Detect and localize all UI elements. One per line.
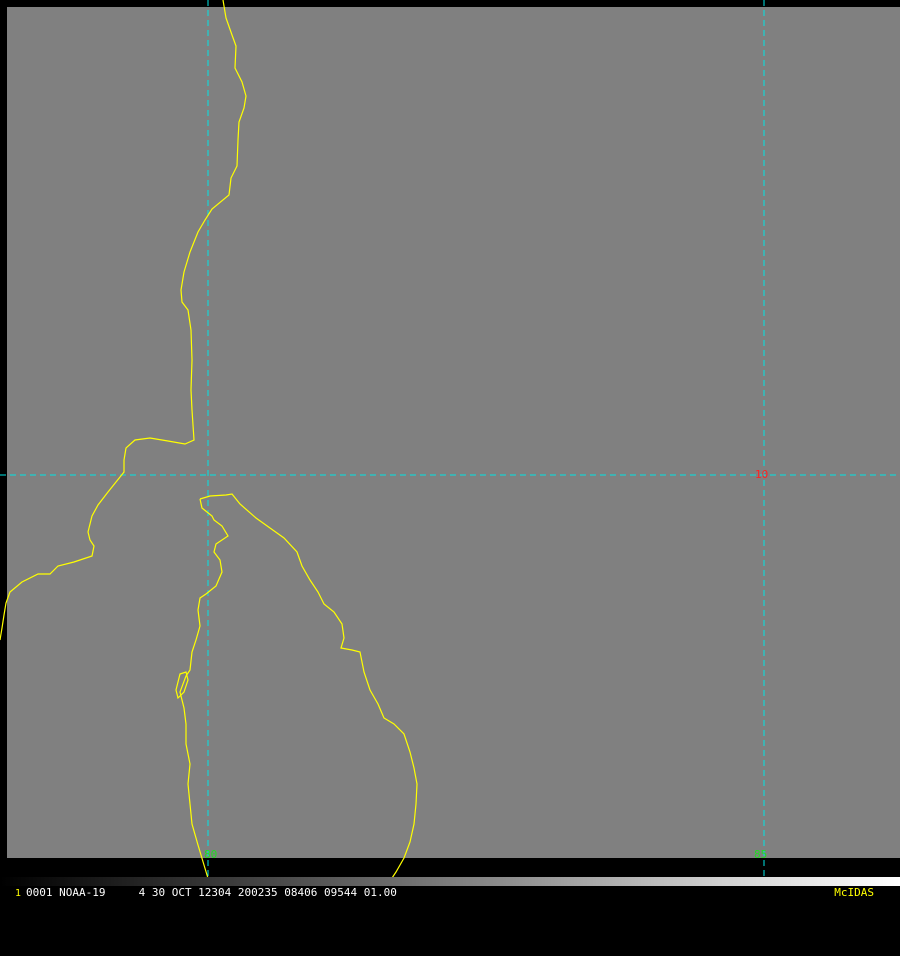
india-coastline <box>0 0 247 641</box>
map-frame: 10 80 85 1 0001 NOAA-19 4 30 OCT 12304 2… <box>0 0 900 900</box>
latitude-label-10: 10 <box>755 468 768 481</box>
image-info-text: 0001 NOAA-19 4 30 OCT 12304 200235 08406… <box>26 886 397 899</box>
mcidas-brand-label: McIDAS <box>834 886 874 899</box>
map-overlay: 10 80 85 <box>0 0 900 886</box>
sri-lanka-coastline <box>199 493 418 885</box>
status-bar: 1 0001 NOAA-19 4 30 OCT 12304 200235 084… <box>0 886 900 900</box>
grayscale-calibration-bar <box>0 877 900 886</box>
longitude-label-80: 80 <box>204 848 217 861</box>
longitude-label-85: 85 <box>754 848 767 861</box>
frame-number: 1 <box>15 888 22 899</box>
sri-lanka-west-coast <box>179 498 229 886</box>
